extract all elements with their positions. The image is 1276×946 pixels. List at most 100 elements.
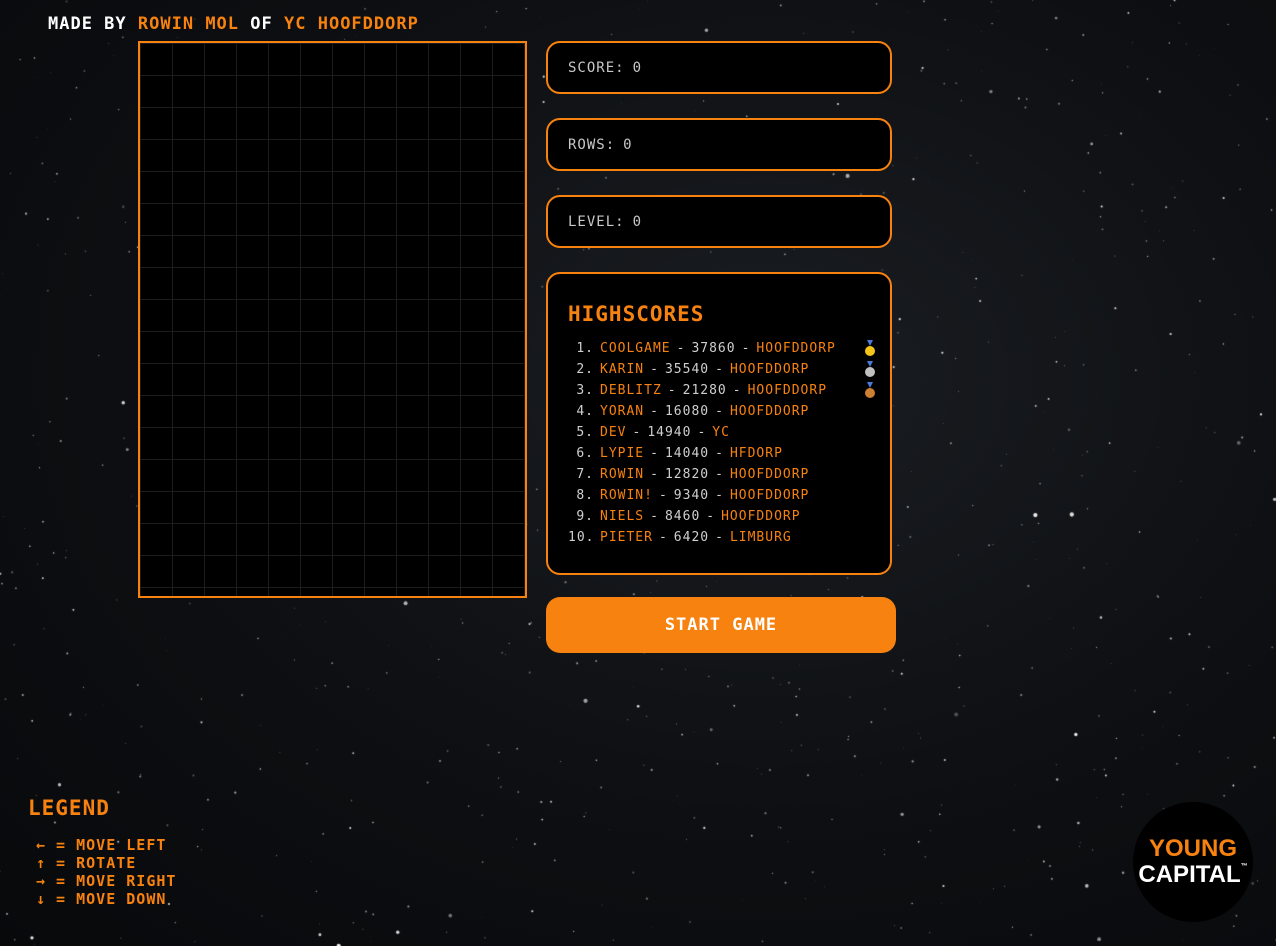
highscore-separator: - <box>715 488 724 503</box>
highscore-rank: 6. <box>576 446 594 461</box>
highscore-city: HOOFDDORP <box>721 509 801 524</box>
highscore-separator: - <box>650 362 659 377</box>
highscore-separator: - <box>715 467 724 482</box>
young-capital-logo: YOUNG CAPITAL™ <box>1133 802 1253 922</box>
highscore-score: 14940 <box>647 425 692 440</box>
credits-of: OF <box>250 14 273 34</box>
highscore-rank: 1. <box>576 341 594 356</box>
level-value: 0 <box>632 213 643 230</box>
highscore-city: HOOFDDORP <box>747 383 828 398</box>
highscore-rank: 2. <box>576 362 594 377</box>
credits-line: MADE BY ROWIN MOL OF YC HOOFDDORP <box>48 14 419 34</box>
highscore-row: 10. PIETER -6420- LIMBURG <box>568 527 878 548</box>
credits-company: YC HOOFDDORP <box>284 14 419 34</box>
score-panel: SCORE: 0 <box>546 41 892 94</box>
highscore-name: DEBLITZ <box>600 383 662 398</box>
highscore-score: 9340 <box>673 488 710 503</box>
credits-made-by: MADE BY <box>48 14 127 34</box>
highscore-rank: 5. <box>576 425 594 440</box>
highscore-score: 37860 <box>691 341 736 356</box>
highscore-name: ROWIN <box>600 467 645 482</box>
highscore-city: LIMBURG <box>729 530 792 545</box>
highscore-row: 9. NIELS -8460- HOOFDDORP <box>568 506 878 527</box>
highscore-name: LYPIE <box>600 446 645 461</box>
logo-line-young: YOUNG <box>1148 835 1237 862</box>
highscore-rank: 3. <box>576 383 594 398</box>
highscore-score: 16080 <box>664 404 710 419</box>
highscore-row: 2. KARIN -35540- HOOFDDORP <box>568 359 878 380</box>
highscore-name: PIETER <box>600 530 653 545</box>
highscore-rank: 10. <box>568 530 595 545</box>
highscore-separator: - <box>658 530 668 545</box>
rows-panel: ROWS: 0 <box>546 118 892 171</box>
highscore-score: 8460 <box>664 509 701 524</box>
highscore-city: HOOFDDORP <box>729 488 810 503</box>
highscore-separator: - <box>676 341 686 356</box>
legend-item-move-left: ← = MOVE LEFT <box>36 836 167 854</box>
highscore-score: 21280 <box>682 383 727 398</box>
silver-medal-icon <box>865 361 875 377</box>
credits-author: ROWIN MOL <box>137 14 240 34</box>
score-label: SCORE <box>568 59 616 76</box>
highscore-score: 6420 <box>673 530 710 545</box>
highscore-separator: - <box>732 383 742 398</box>
legend-item-move-right: → = MOVE RIGHT <box>36 872 177 890</box>
legend: LEGEND ← = MOVE LEFT ↑ = ROTATE → = MOVE… <box>28 796 176 908</box>
highscore-row: 4. YORAN -16080- HOOFDDORP <box>568 401 878 422</box>
highscore-separator: - <box>650 509 659 524</box>
highscore-city: HOOFDDORP <box>729 467 810 482</box>
highscore-separator: - <box>650 467 659 482</box>
highscore-separator: - <box>650 446 659 461</box>
highscore-rank: 7. <box>576 467 594 482</box>
highscore-city: HOOFDDORP <box>729 362 810 377</box>
logo-capital-text: CAPITAL <box>1138 861 1241 888</box>
highscore-row: 1. COOLGAME -37860- HOOFDDORP <box>568 338 878 359</box>
highscore-city: HOOFDDORP <box>756 341 836 356</box>
highscore-city: HOOFDDORP <box>729 404 810 419</box>
highscores-panel: HIGHSCORES 1. COOLGAME -37860- HOOFDDORP 2. K… <box>546 272 892 575</box>
highscore-row: 3. DEBLITZ -21280- HOOFDDORP <box>568 380 878 401</box>
highscore-row: 5. DEV -14940- YC <box>568 422 878 443</box>
rows-label: ROWS <box>568 136 606 153</box>
score-value: 0 <box>632 59 643 76</box>
legend-item-rotate: ↑ = ROTATE <box>36 854 137 872</box>
highscore-name: YORAN <box>600 404 645 419</box>
highscore-separator: - <box>741 341 751 356</box>
legend-title: LEGEND <box>28 796 110 820</box>
gold-medal-icon <box>865 340 875 356</box>
highscore-separator: - <box>715 446 724 461</box>
highscore-score: 14040 <box>664 446 710 461</box>
highscore-separator: - <box>706 509 716 524</box>
highscore-separator: - <box>632 425 642 440</box>
highscores-title: HIGHSCORES <box>568 302 705 326</box>
start-game-button[interactable]: START GAME <box>546 597 896 653</box>
highscore-name: DEV <box>600 425 627 440</box>
game-board[interactable] <box>138 41 527 598</box>
highscore-rank: 8. <box>576 488 594 503</box>
highscore-name: ROWIN! <box>600 488 653 503</box>
highscore-score: 35540 <box>664 362 710 377</box>
highscore-name: NIELS <box>600 509 645 524</box>
highscore-separator: - <box>715 530 724 545</box>
highscores-list: 1. COOLGAME -37860- HOOFDDORP 2. KARIN -35540-… <box>568 338 878 548</box>
highscore-separator: - <box>715 404 724 419</box>
highscore-separator: - <box>667 383 677 398</box>
highscore-rank: 4. <box>576 404 594 419</box>
highscore-name: KARIN <box>600 362 645 377</box>
highscore-name: COOLGAME <box>600 341 671 356</box>
logo-trademark: ™ <box>1240 863 1248 870</box>
bronze-medal-icon <box>865 382 875 398</box>
highscore-row: 7. ROWIN -12820- HOOFDDORP <box>568 464 878 485</box>
highscore-city: HFDORP <box>729 446 783 461</box>
legend-item-move-down: ↓ = MOVE DOWN <box>36 890 167 908</box>
rows-value: 0 <box>623 136 633 153</box>
highscore-rank: 9. <box>576 509 594 524</box>
highscore-score: 12820 <box>664 467 710 482</box>
level-panel: LEVEL: 0 <box>546 195 892 248</box>
highscore-row: 6. LYPIE -14040- HFDORP <box>568 443 878 464</box>
logo-line-capital: CAPITAL™ <box>1138 863 1247 887</box>
highscore-separator: - <box>715 362 724 377</box>
highscore-separator: - <box>650 404 659 419</box>
highscore-row: 8. ROWIN! -9340- HOOFDDORP <box>568 485 878 506</box>
highscore-city: YC <box>712 425 730 440</box>
